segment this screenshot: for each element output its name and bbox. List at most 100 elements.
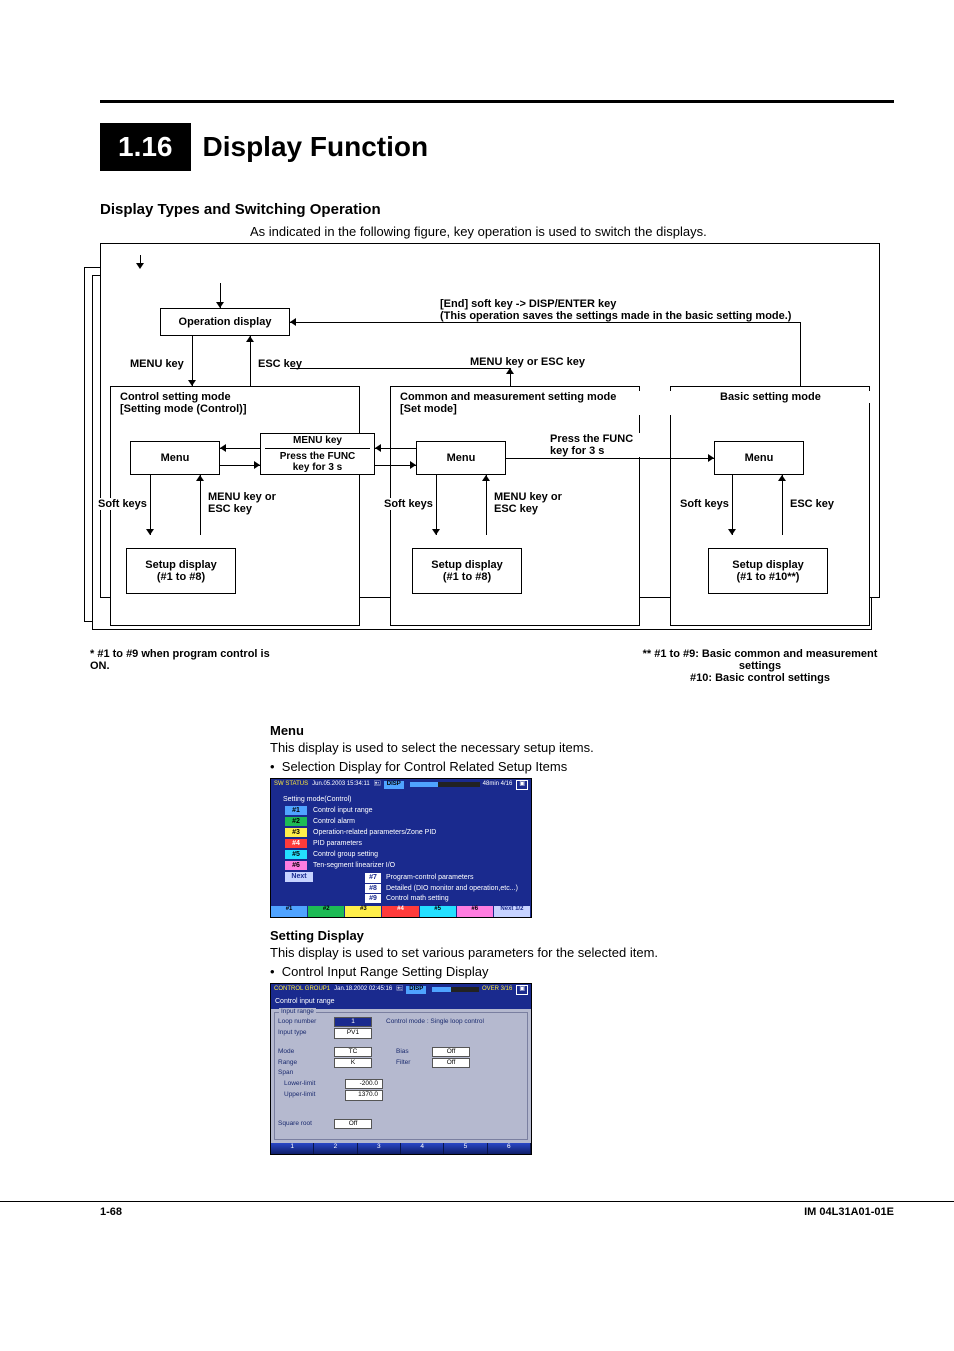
softkey: 1 [271,1143,314,1154]
menu-box-1: Menu [130,441,220,475]
press-func-inner-1: Press the FUNC key for 3 s [280,451,356,473]
doc-id: IM 04L31A01-01E [804,1206,894,1218]
bias-val: Off [432,1047,470,1057]
status-text: SW STATUS [274,781,308,789]
menu-item-text: Operation-related parameters/Zone PID [313,828,436,837]
status-right: 48min 4/16 [483,781,513,789]
range-val: K [334,1058,372,1068]
menu-screenshot: SW STATUS Jun.05.2003 15:34:11 🖭 DISP 48… [270,778,532,918]
status-date-2: Jan.18.2002 02:45:16 [334,986,392,994]
softkey: 5 [444,1143,487,1154]
input-range-title: Input range [279,1008,316,1016]
menu-item: #6Ten-segment linearizer I/O [285,861,531,870]
next-pill: Next [285,872,313,881]
setting-status-bar: CONTROL GROUP1 Jan.18.2002 02:45:16 🖭 DI… [271,984,531,996]
menu-item-num: #6 [285,861,307,870]
softkey: 6 [488,1143,531,1154]
menu-item-num: #1 [285,806,307,815]
footnote-left: * #1 to #9 when program control is ON. [90,648,290,672]
section-number: 1.16 [100,123,191,171]
menu-subitem: #7 Program-control parameters [365,873,531,882]
span-lbl: Span [278,1069,293,1077]
loop-number-lbl: Loop number [278,1018,328,1026]
mode-title: Setting mode(Control) [283,795,531,804]
menu-item-num: #5 [285,850,307,859]
press-func-label-2: Press the FUNC key for 3 s [550,433,660,457]
menu-heading: Menu [270,723,834,738]
loop-number-val: 1 [334,1017,372,1027]
menu-text-3: Menu [745,452,774,464]
menu-subitem-text: Detailed (DIO monitor and operation,etc.… [386,884,518,893]
page-footer: 1-68 IM 04L31A01-01E [0,1201,954,1238]
softkey: #4 [382,906,419,917]
softkey: 4 [401,1143,444,1154]
basic-setting-mode-label: Basic setting mode [720,391,870,403]
common-meas-mode-label: Common and measurement setting mode [Set… [400,391,710,415]
setting-bullet-text: Control Input Range Setting Display [282,964,489,979]
menu-item-text: Control input range [313,806,373,815]
disp-pill-2: DISP [406,986,426,994]
softkey: Next 1/2 [494,906,531,917]
filter-val: Off [432,1058,470,1068]
setting-softkeys: 123456 [271,1143,531,1154]
menu-item: #2 Control alarm [285,817,531,826]
filter-lbl: Filter [396,1059,426,1067]
menu-subitem-text: Control math setting [386,894,449,903]
menu-subitem: #8 Detailed (DIO monitor and operation,et… [365,884,531,893]
setup-display-1: Setup display (#1 to #8) [126,548,236,594]
menu-item: #3 Operation-related parameters/Zone PID [285,828,531,837]
softkey: #2 [308,906,345,917]
menu-subitem-num: #8 [365,884,381,893]
menu-item-num: #3 [285,828,307,837]
disp-pill: DISP [384,781,404,789]
softkey: 2 [314,1143,357,1154]
menu-esc-lbl-c1: MENU key or ESC key [208,491,288,515]
menu-bullet-text: Selection Display for Control Related Se… [282,759,567,774]
subheading-types: Display Types and Switching Operation [100,201,894,218]
menu-softkeys: #1#2#3#4#5#6Next 1/2 [271,906,531,917]
setup-display-3: Setup display (#1 to #10**) [708,548,828,594]
setup-2-text: Setup display (#1 to #8) [431,559,503,583]
setup-3-text: Setup display (#1 to #10**) [732,559,804,583]
menu-item-text: Control alarm [313,817,355,826]
status-text-2: CONTROL GROUP1 [274,986,330,994]
mode-lbl: Mode [278,1048,328,1056]
menu-item-text: Control group setting [313,850,378,859]
bias-lbl: Bias [396,1048,426,1056]
setting-heading: Setting Display [270,928,834,943]
menu-status-bar: SW STATUS Jun.05.2003 15:34:11 🖭 DISP 48… [271,779,531,791]
menu-item: #5 Control group setting [285,850,531,859]
softkey: #6 [457,906,494,917]
menu-text-2: Menu [447,452,476,464]
menu-subitem-num: #9 [365,894,381,903]
lower-lbl: Lower-limit [278,1080,339,1088]
lead-sentence: As indicated in the following figure, ke… [250,224,894,239]
esc-key-lbl-c3: ESC key [790,498,834,510]
section-title: Display Function [203,123,429,171]
menu-item-text: PID parameters [313,839,362,848]
sqrt-lbl: Square root [278,1120,328,1128]
footnote-right: ** #1 to #9: Basic common and measuremen… [630,648,890,684]
softkey: 3 [358,1143,401,1154]
control-setting-mode-label: Control setting mode [Setting mode (Cont… [120,391,350,415]
mode-val: TC [334,1047,372,1057]
func-key-box-1: MENU key Press the FUNC key for 3 s [260,433,375,475]
setting-desc: This display is used to set various para… [270,945,834,960]
status-right-2: OVER 3/16 [482,986,512,994]
setup-display-2: Setup display (#1 to #8) [412,548,522,594]
menu-subitem-num: #7 [365,873,381,882]
input-type-val: PV1 [334,1028,372,1038]
display-switching-diagram: Power ON Operation mode Operation displa… [100,243,880,713]
menu-text-1: Menu [161,452,190,464]
menu-item: #1 Control input range [285,806,531,815]
softkey: #3 [345,906,382,917]
menu-esc-lbl-c2: MENU key or ESC key [494,491,574,515]
menu-box-3: Menu [714,441,804,475]
menu-item: #4PID parameters [285,839,531,848]
menu-desc: This display is used to select the neces… [270,740,834,755]
upper-lbl: Upper-limit [278,1091,339,1099]
menu-item-num: #2 [285,817,307,826]
operation-display-text: Operation display [179,316,272,328]
menu-subitem-text: Program-control parameters [386,873,474,882]
menu-key-lbl-1: MENU key [130,358,184,370]
